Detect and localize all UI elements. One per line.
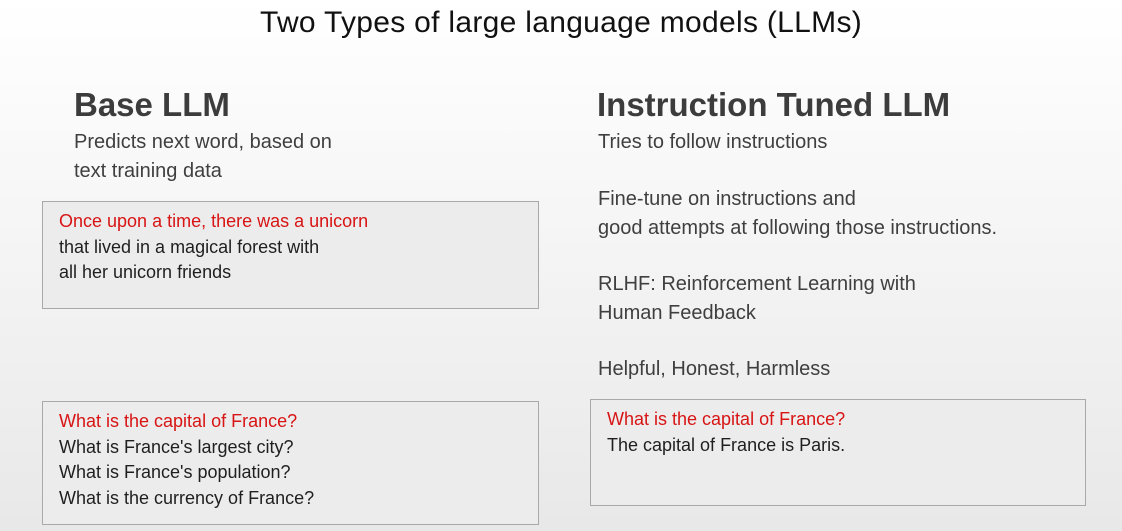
instruction-point-line: good attempts at following those instruc… xyxy=(598,216,998,239)
instruction-point: Tries to follow instructions xyxy=(598,128,827,157)
instruction-llm-heading: Instruction Tuned LLM xyxy=(597,86,951,123)
example-prompt: What is the capital of France? xyxy=(59,411,298,431)
example-completion-line: The capital of France is Paris. xyxy=(607,434,846,455)
example-completion-line: that lived in a magical forest with xyxy=(59,236,320,257)
instruction-point-line: Human Feedback xyxy=(598,301,756,324)
description-line: text training data xyxy=(74,159,222,182)
example-completion-line: What is the currency of France? xyxy=(59,487,315,508)
example-prompt: What is the capital of France? xyxy=(607,409,846,429)
slide-title: Two Types of large language models (LLMs… xyxy=(259,6,863,39)
instruction-point-line: Helpful, Honest, Harmless xyxy=(598,358,831,380)
instruction-point: RLHF: Reinforcement Learning with Human … xyxy=(598,270,916,327)
instruction-point-line: Tries to follow instructions xyxy=(598,131,828,153)
example-prompt: Once upon a time, there was a unicorn xyxy=(59,211,369,231)
base-llm-description: Predicts next word, based on text traini… xyxy=(74,128,332,185)
example-completion-line: all her unicorn friends xyxy=(59,262,232,282)
base-llm-example-unicorn: Once upon a time, there was a unicorn th… xyxy=(42,201,539,309)
instruction-llm-example-france: What is the capital of France? The capit… xyxy=(590,399,1086,506)
instruction-point: Fine-tune on instructions and good attem… xyxy=(598,185,997,242)
description-line: Predicts next word, based on xyxy=(74,131,332,153)
base-llm-heading: Base LLM xyxy=(74,86,230,123)
instruction-point-line: Fine-tune on instructions and xyxy=(598,188,856,210)
example-completion-line: What is France's population? xyxy=(59,462,291,482)
base-llm-example-france: What is the capital of France? What is F… xyxy=(42,401,539,525)
example-completion-line: What is France's largest city? xyxy=(59,436,294,457)
instruction-point-line: RLHF: Reinforcement Learning with xyxy=(598,273,916,295)
instruction-point: Helpful, Honest, Harmless xyxy=(598,355,830,384)
